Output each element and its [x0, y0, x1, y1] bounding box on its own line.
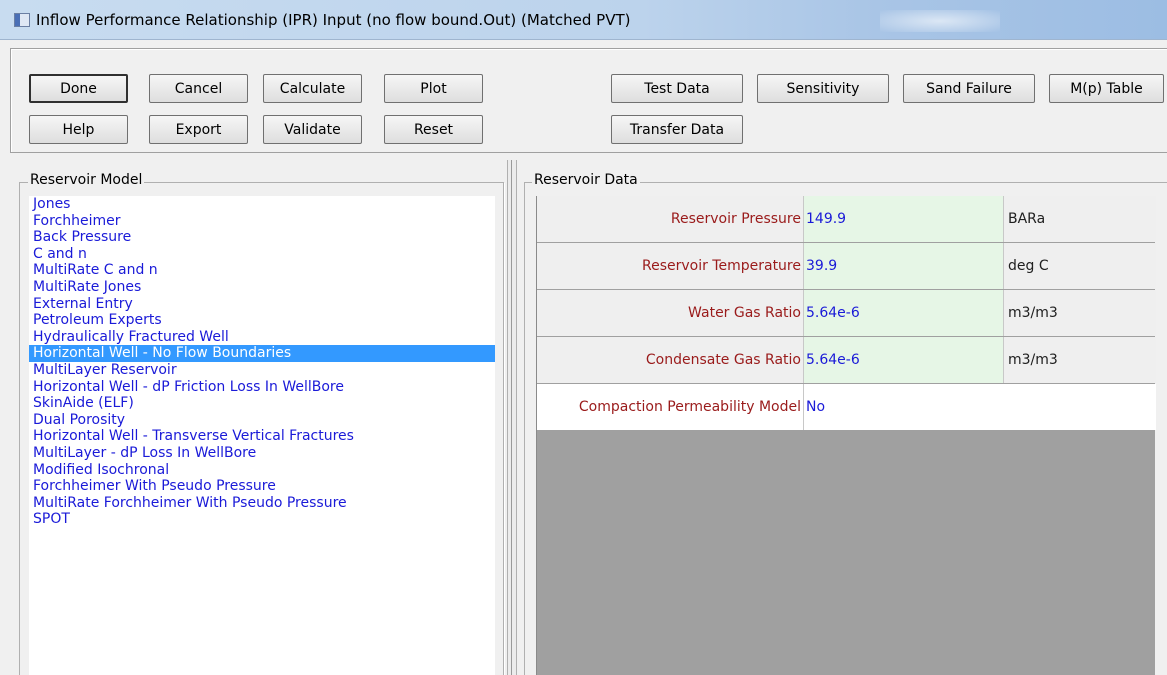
test-data-button[interactable]: Test Data	[611, 74, 743, 103]
list-item[interactable]: Hydraulically Fractured Well	[29, 329, 495, 346]
done-button[interactable]: Done	[29, 74, 128, 103]
grid-row-label: Reservoir Pressure	[537, 196, 804, 242]
help-button[interactable]: Help	[29, 115, 128, 144]
grid-row-label: Condensate Gas Ratio	[537, 337, 804, 383]
export-button[interactable]: Export	[149, 115, 248, 144]
reset-button[interactable]: Reset	[384, 115, 483, 144]
grid-row-label: Compaction Permeability Model	[537, 384, 804, 430]
list-item[interactable]: MultiRate Forchheimer With Pseudo Pressu…	[29, 495, 495, 512]
title-highlight	[880, 10, 1000, 32]
reservoir-model-list[interactable]: Jones Forchheimer Back Pressure C and n Mult…	[29, 196, 495, 675]
grid-row-unit: m3/m3	[1004, 290, 1156, 336]
button-panel: Done Cancel Calculate Plot Test Data Sen…	[10, 48, 1167, 153]
calculate-button[interactable]: Calculate	[263, 74, 362, 103]
window-title: Inflow Performance Relationship (IPR) In…	[36, 10, 631, 29]
list-item[interactable]: Back Pressure	[29, 229, 495, 246]
pane-splitter[interactable]	[507, 160, 517, 675]
validate-button[interactable]: Validate	[263, 115, 362, 144]
sensitivity-button[interactable]: Sensitivity	[757, 74, 889, 103]
transfer-data-button[interactable]: Transfer Data	[611, 115, 743, 144]
list-item[interactable]: Modified Isochronal	[29, 462, 495, 479]
cancel-button[interactable]: Cancel	[149, 74, 248, 103]
list-item[interactable]: MultiLayer - dP Loss In WellBore	[29, 445, 495, 462]
grid-row-unit: BARa	[1004, 196, 1156, 242]
reservoir-data-label: Reservoir Data	[532, 172, 640, 188]
grid-row-label: Water Gas Ratio	[537, 290, 804, 336]
list-item[interactable]: Petroleum Experts	[29, 312, 495, 329]
mp-table-button[interactable]: M(p) Table	[1049, 74, 1164, 103]
list-item[interactable]: Forchheimer With Pseudo Pressure	[29, 478, 495, 495]
grid-row-label: Reservoir Temperature	[537, 243, 804, 289]
list-item[interactable]: SPOT	[29, 511, 495, 528]
grid-row-value[interactable]: 149.9	[804, 196, 1004, 242]
list-item[interactable]: MultiLayer Reservoir	[29, 362, 495, 379]
grid-row-value[interactable]: 5.64e-6	[804, 337, 1004, 383]
list-item[interactable]: Forchheimer	[29, 213, 495, 230]
list-item[interactable]: Horizontal Well - Transverse Vertical Fr…	[29, 428, 495, 445]
list-item[interactable]: SkinAide (ELF)	[29, 395, 495, 412]
list-item[interactable]: MultiRate Jones	[29, 279, 495, 296]
grid-row-value[interactable]: No	[804, 384, 1004, 430]
grid-row: Reservoir Pressure 149.9 BARa	[537, 196, 1156, 242]
list-item[interactable]: Horizontal Well - No Flow Boundaries	[29, 345, 495, 362]
grid-row-unit: deg C	[1004, 243, 1156, 289]
list-item[interactable]: Dual Porosity	[29, 412, 495, 429]
grid-row: Reservoir Temperature 39.9 deg C	[537, 243, 1156, 289]
grid-row: Condensate Gas Ratio 5.64e-6 m3/m3	[537, 337, 1156, 383]
sand-failure-button[interactable]: Sand Failure	[903, 74, 1035, 103]
plot-button[interactable]: Plot	[384, 74, 483, 103]
grid-row-unit: m3/m3	[1004, 337, 1156, 383]
list-item[interactable]: MultiRate C and n	[29, 262, 495, 279]
reservoir-model-label: Reservoir Model	[28, 172, 145, 188]
grid-row-value[interactable]: 39.9	[804, 243, 1004, 289]
title-bar: Inflow Performance Relationship (IPR) In…	[0, 0, 1167, 40]
grid-row-value[interactable]: 5.64e-6	[804, 290, 1004, 336]
list-item[interactable]: Jones	[29, 196, 495, 213]
grid-row: Water Gas Ratio 5.64e-6 m3/m3	[537, 290, 1156, 336]
app-icon	[14, 12, 30, 27]
list-item[interactable]: External Entry	[29, 296, 495, 313]
list-item[interactable]: C and n	[29, 246, 495, 263]
reservoir-data-grid: Reservoir Pressure 149.9 BARa Reservoir Tem…	[536, 196, 1156, 675]
grid-row: Compaction Permeability Model No	[537, 384, 1156, 430]
grid-row-unit	[1004, 384, 1156, 430]
list-item[interactable]: Horizontal Well - dP Friction Loss In We…	[29, 379, 495, 396]
